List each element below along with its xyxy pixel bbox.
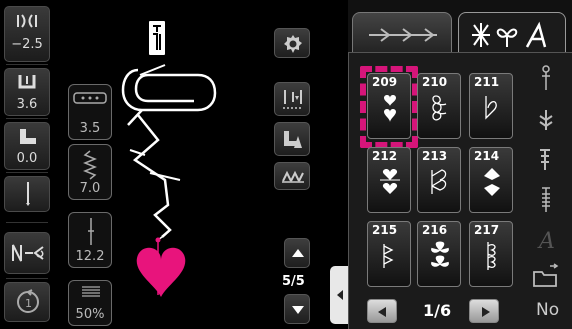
width-param-value: 3.5 bbox=[79, 121, 101, 136]
density-param-button[interactable]: 50% bbox=[68, 280, 112, 326]
tab-utility-stitches[interactable] bbox=[352, 12, 452, 54]
length-param-button[interactable]: 7.0 bbox=[68, 144, 112, 200]
stitch-cell[interactable]: 213 bbox=[417, 147, 461, 213]
no-label: No bbox=[536, 300, 560, 320]
left-toolbar: −2.5 3.6 0.0 1 bbox=[0, 0, 52, 329]
stitch-number: 213 bbox=[422, 149, 448, 163]
stitch-number: 211 bbox=[474, 75, 500, 89]
diamond-hearts-icon bbox=[484, 168, 500, 196]
stitch-preview bbox=[121, 64, 217, 297]
width-param-button[interactable]: 3.5 bbox=[68, 84, 112, 140]
arrow-up-icon bbox=[292, 249, 304, 257]
stitch-number: 212 bbox=[372, 149, 398, 163]
mirror-icon bbox=[12, 244, 44, 262]
stitch-cell[interactable]: 215 bbox=[367, 221, 411, 287]
needle-position-button[interactable] bbox=[4, 176, 50, 212]
heart-stack-icon bbox=[384, 95, 396, 122]
needle-icon bbox=[26, 182, 30, 206]
width-icon bbox=[17, 14, 37, 28]
stitch-cell[interactable]: 210 bbox=[417, 73, 461, 139]
arrow-down-icon bbox=[292, 306, 304, 314]
length-param-value: 7.0 bbox=[79, 181, 101, 196]
presser-lift-button[interactable] bbox=[274, 122, 310, 156]
feed-dog-icon bbox=[282, 170, 304, 183]
stitch-cell[interactable]: 212 bbox=[367, 147, 411, 213]
grid-next-button[interactable] bbox=[469, 299, 499, 323]
stitch-cell[interactable]: 211 bbox=[469, 73, 513, 139]
length-icon bbox=[18, 75, 36, 89]
tie-off-icon[interactable] bbox=[530, 146, 562, 174]
clover-stack-icon bbox=[431, 241, 449, 267]
decorative-stitch-icon bbox=[472, 21, 547, 48]
outline-chain-icon bbox=[383, 244, 394, 268]
stitch-length-value: 3.6 bbox=[16, 97, 38, 112]
arrow-right-icon bbox=[482, 307, 490, 317]
presser-foot-indicator-icon bbox=[149, 21, 165, 55]
presser-lift-icon bbox=[284, 131, 302, 148]
width-adjust-icon bbox=[73, 92, 107, 104]
stitch-width-value: −2.5 bbox=[11, 37, 43, 52]
tension-param-value: 12.2 bbox=[75, 249, 105, 264]
page-counter: 5/5 bbox=[282, 274, 305, 289]
page-down-button[interactable] bbox=[284, 294, 310, 324]
needle-stop-icon bbox=[283, 90, 303, 109]
collapse-panel-button[interactable] bbox=[330, 266, 350, 324]
stitch-number: 216 bbox=[422, 223, 448, 237]
tension-param-button[interactable]: 12.2 bbox=[68, 212, 112, 268]
repeat-icon: 1 bbox=[17, 289, 39, 313]
arrows-stitch-icon bbox=[369, 28, 437, 42]
arrow-left-icon bbox=[337, 290, 343, 300]
heart-pair-icon bbox=[380, 168, 400, 194]
stitch-number: 209 bbox=[372, 75, 398, 89]
presser-pressure-button[interactable]: 0.0 bbox=[4, 122, 50, 170]
letter-a-icon: A bbox=[537, 229, 555, 254]
svg-text:A: A bbox=[537, 229, 555, 254]
grid-prev-button[interactable] bbox=[367, 299, 397, 323]
svg-text:1: 1 bbox=[25, 297, 32, 310]
mirror-button[interactable] bbox=[4, 232, 50, 274]
stitch-width-button[interactable]: −2.5 bbox=[4, 6, 50, 62]
grid-page-indicator: 1/6 bbox=[423, 301, 452, 320]
needle-stop-button[interactable] bbox=[274, 82, 310, 116]
density-param-value: 50% bbox=[75, 307, 105, 322]
stitch-number: 210 bbox=[422, 75, 448, 89]
tension-icon bbox=[88, 218, 94, 245]
thread-cutter-icon[interactable] bbox=[530, 106, 562, 134]
buttonhole-icon[interactable] bbox=[530, 186, 562, 214]
stitch-cell[interactable]: 214 bbox=[469, 147, 513, 213]
density-icon bbox=[82, 286, 100, 297]
settings-button[interactable] bbox=[274, 28, 310, 58]
stitch-number: 215 bbox=[372, 223, 398, 237]
presser-pressure-value: 0.0 bbox=[16, 151, 38, 166]
stitch-cell[interactable]: 217 bbox=[469, 221, 513, 287]
outline-clover-icon bbox=[487, 242, 496, 270]
presser-foot-icon bbox=[20, 129, 36, 144]
stitch-cell[interactable]: 216 bbox=[417, 221, 461, 287]
outline-heart-pair-icon bbox=[431, 169, 447, 194]
page-up-button[interactable] bbox=[284, 238, 310, 268]
arrow-left-icon bbox=[378, 307, 386, 317]
stitch-number: 217 bbox=[474, 223, 500, 237]
single-outline-heart-icon bbox=[485, 96, 497, 120]
feed-dog-button[interactable] bbox=[274, 162, 310, 190]
gear-icon bbox=[284, 35, 302, 53]
tab-decorative-stitches[interactable] bbox=[458, 12, 566, 56]
zigzag-length-icon bbox=[83, 150, 97, 180]
needle-thread-icon[interactable] bbox=[530, 64, 562, 92]
stitch-number: 214 bbox=[474, 149, 500, 163]
open-folder-icon[interactable] bbox=[530, 262, 562, 290]
stitch-cell[interactable]: 209 bbox=[360, 66, 418, 148]
outline-hearts-icon bbox=[432, 95, 447, 121]
repeat-button[interactable]: 1 bbox=[4, 282, 50, 322]
stitch-length-button[interactable]: 3.6 bbox=[4, 68, 50, 116]
